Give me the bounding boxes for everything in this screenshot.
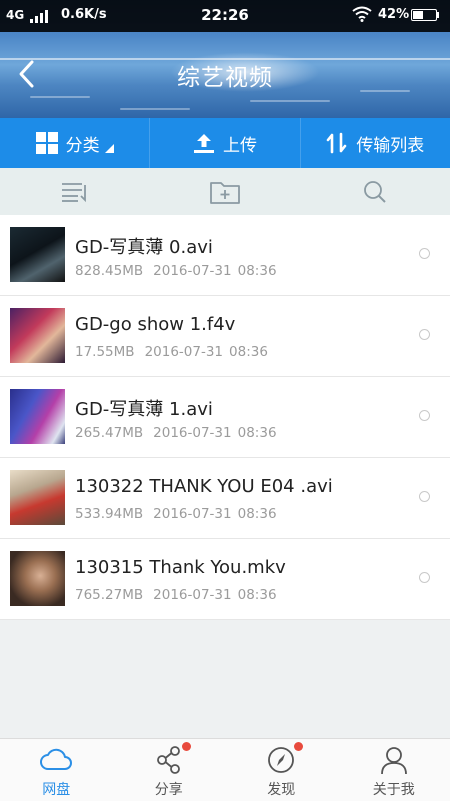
status-bar: 4G 0.6K/s 22:26 42% — [0, 0, 450, 32]
file-size: 265.47MB — [75, 425, 143, 441]
file-name: GD-写真薄 0.avi — [75, 233, 213, 259]
file-size: 765.27MB — [75, 587, 143, 603]
nav-item-share[interactable]: 分享 — [113, 739, 226, 801]
new-folder-icon — [209, 179, 241, 205]
select-radio[interactable] — [419, 491, 430, 502]
battery-percent: 42% — [378, 7, 409, 22]
new-folder-button[interactable] — [150, 168, 300, 215]
sort-button[interactable] — [0, 168, 150, 215]
file-row[interactable]: 130322 THANK YOU E04 .avi 533.94MB 2016-0… — [0, 458, 450, 539]
person-icon — [377, 744, 411, 776]
nav-item-cloud-drive[interactable]: 网盘 — [0, 739, 113, 801]
file-time: 08:36 — [229, 344, 268, 360]
file-meta: 828.45MB 2016-07-31 08:36 — [75, 263, 277, 279]
upload-label: 上传 — [223, 131, 257, 156]
file-size: 533.94MB — [75, 506, 143, 522]
grid-icon — [36, 132, 58, 154]
file-date: 2016-07-31 — [153, 587, 231, 603]
file-row[interactable]: 130315 Thank You.mkv 765.27MB 2016-07-31 0… — [0, 539, 450, 620]
file-list: GD-写真薄 0.avi 828.45MB 2016-07-31 08:36 GD-… — [0, 215, 450, 620]
video-thumbnail — [10, 470, 65, 525]
category-button[interactable]: 分类 — [0, 118, 149, 168]
file-date: 2016-07-31 — [153, 506, 231, 522]
battery-tip — [437, 12, 439, 18]
file-size: 17.55MB — [75, 344, 135, 360]
file-meta: 765.27MB 2016-07-31 08:36 — [75, 587, 277, 603]
nav-item-about-me[interactable]: 关于我 — [338, 739, 450, 801]
compass-icon — [264, 744, 298, 776]
nav-label: 网盘 — [0, 779, 113, 799]
action-toolbar: 分类 上传 传输列表 — [0, 118, 450, 168]
wave-decoration — [30, 96, 90, 98]
wave-decoration — [250, 100, 330, 102]
file-time: 08:36 — [238, 263, 277, 279]
file-row[interactable]: GD-go show 1.f4v 17.55MB 2016-07-31 08:36 — [0, 296, 450, 377]
sort-list-icon — [61, 181, 89, 203]
file-meta: 265.47MB 2016-07-31 08:36 — [75, 425, 277, 441]
file-date: 2016-07-31 — [145, 344, 223, 360]
secondary-toolbar — [0, 168, 450, 215]
wave-decoration — [120, 108, 190, 110]
transfer-list-button[interactable]: 传输列表 — [300, 118, 450, 168]
file-time: 08:36 — [238, 587, 277, 603]
file-row[interactable]: GD-写真薄 0.avi 828.45MB 2016-07-31 08:36 — [0, 215, 450, 296]
search-icon — [362, 179, 388, 205]
dropdown-triangle-icon — [105, 144, 114, 153]
notification-badge — [182, 742, 191, 751]
bottom-nav: 网盘 分享 发现 关于我 — [0, 738, 450, 801]
transfer-arrows-icon — [326, 132, 348, 154]
battery-icon — [411, 9, 437, 21]
file-name: GD-go show 1.f4v — [75, 314, 235, 335]
video-thumbnail — [10, 308, 65, 363]
nav-label: 发现 — [225, 779, 338, 799]
select-radio[interactable] — [419, 410, 430, 421]
upload-icon — [193, 132, 215, 154]
notification-badge — [294, 742, 303, 751]
search-button[interactable] — [300, 168, 450, 215]
select-radio[interactable] — [419, 572, 430, 583]
video-thumbnail — [10, 227, 65, 282]
category-label: 分类 — [66, 131, 100, 156]
file-date: 2016-07-31 — [153, 263, 231, 279]
file-name: 130322 THANK YOU E04 .avi — [75, 476, 333, 497]
page-title: 综艺视频 — [0, 58, 450, 92]
file-name: GD-写真薄 1.avi — [75, 395, 213, 421]
select-radio[interactable] — [419, 329, 430, 340]
nav-label: 分享 — [113, 779, 226, 799]
video-thumbnail — [10, 389, 65, 444]
header: 4G 0.6K/s 22:26 42% 综艺视频 — [0, 0, 450, 118]
nav-label: 关于我 — [338, 779, 450, 799]
file-size: 828.45MB — [75, 263, 143, 279]
cloud-icon — [39, 744, 73, 776]
file-row[interactable]: GD-写真薄 1.avi 265.47MB 2016-07-31 08:36 — [0, 377, 450, 458]
file-time: 08:36 — [238, 425, 277, 441]
file-meta: 17.55MB 2016-07-31 08:36 — [75, 344, 268, 360]
select-radio[interactable] — [419, 248, 430, 259]
share-icon — [152, 744, 186, 776]
video-thumbnail — [10, 551, 65, 606]
upload-button[interactable]: 上传 — [149, 118, 299, 168]
file-meta: 533.94MB 2016-07-31 08:36 — [75, 506, 277, 522]
nav-item-discover[interactable]: 发现 — [225, 739, 338, 801]
file-name: 130315 Thank You.mkv — [75, 557, 286, 578]
wifi-icon — [352, 6, 372, 22]
file-date: 2016-07-31 — [153, 425, 231, 441]
file-time: 08:36 — [238, 506, 277, 522]
transfer-list-label: 传输列表 — [356, 131, 424, 156]
